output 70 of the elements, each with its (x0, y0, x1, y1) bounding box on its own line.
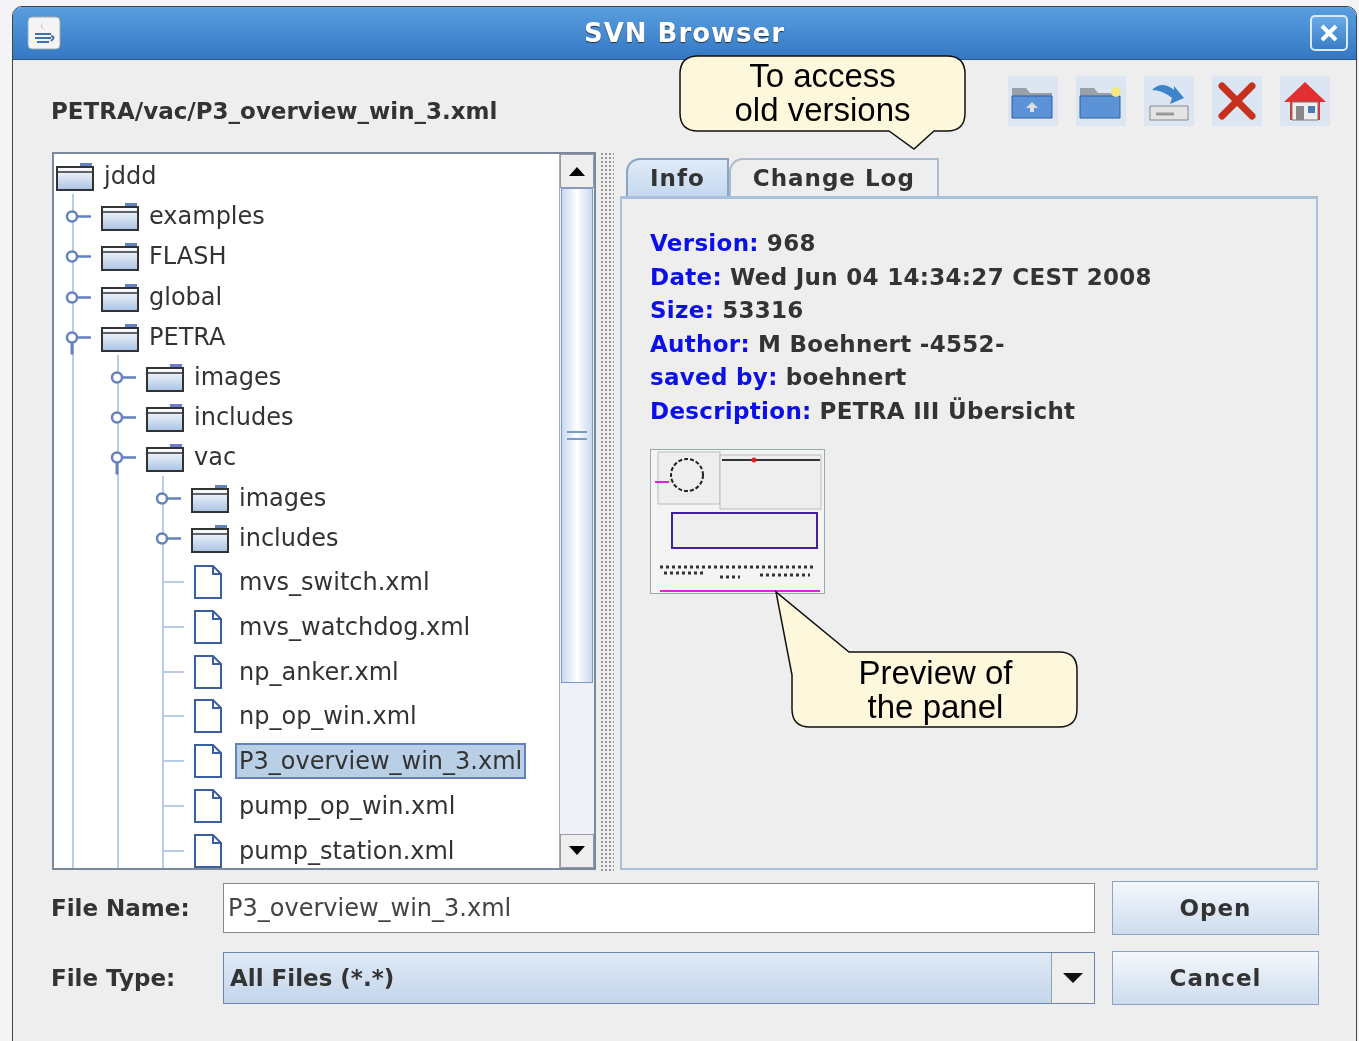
field-value: Wed Jun 04 14:34:27 CEST 2008 (729, 263, 1152, 290)
tree-item[interactable]: global (145, 278, 227, 315)
field-label: Size: (650, 297, 715, 324)
cup-icon (27, 16, 61, 50)
file-name-field[interactable]: P3_overview_win_3.xml (223, 883, 1095, 933)
file-icon (193, 653, 223, 690)
folder-up-icon[interactable] (1008, 76, 1058, 126)
field-value: boehnert (785, 364, 907, 391)
scroll-down-icon[interactable] (560, 834, 594, 868)
tree-item[interactable]: np_op_win.xml (235, 698, 421, 735)
file-icon (193, 743, 223, 780)
folder-icon (56, 161, 94, 191)
field-value: M Boehnert -4552- (758, 330, 1005, 357)
field-label: saved by: (650, 364, 778, 391)
folder-icon (101, 201, 139, 232)
tree-item[interactable]: includes (235, 519, 343, 556)
current-path: PETRA/vac/P3_overview_win_3.xml (51, 98, 498, 124)
folder-icon (101, 241, 139, 272)
field-label: Date: (650, 263, 722, 290)
caret-icon (1062, 972, 1084, 984)
field-label: Description: (650, 397, 812, 424)
delete-icon[interactable] (1212, 76, 1262, 126)
tree-item[interactable]: images (235, 479, 331, 516)
tree-item[interactable]: P3_overview_win_3.xml (235, 743, 527, 780)
tree-item[interactable]: examples (145, 198, 269, 235)
file-type-dropdown[interactable]: All Files (*.*) (223, 952, 1095, 1004)
tree-item[interactable]: mvs_watchdog.xml (235, 609, 475, 646)
download-drive-icon[interactable] (1144, 76, 1194, 126)
home-icon[interactable] (1280, 76, 1330, 126)
folder-icon (146, 402, 184, 433)
file-name-label: File Name: (51, 895, 191, 921)
folder-icon (101, 321, 139, 352)
close-button[interactable] (1310, 15, 1348, 51)
new-folder-icon[interactable] (1076, 76, 1126, 126)
folder-icon (146, 361, 184, 392)
open-button[interactable]: Open (1112, 881, 1319, 935)
field-label: Version: (650, 230, 759, 256)
field-value: PETRA III Übersicht (819, 397, 1076, 424)
tree-item[interactable]: vac (190, 439, 241, 476)
field-label: Author: (650, 330, 750, 357)
vertical-scrollbar[interactable] (559, 154, 594, 868)
tree-item[interactable]: images (190, 358, 286, 395)
tree-item[interactable]: includes (190, 399, 298, 436)
tree-item[interactable]: jddd (100, 158, 161, 194)
window-title: SVN Browser (583, 18, 786, 48)
file-icon (193, 698, 223, 735)
tree-item[interactable]: PETRA (145, 318, 230, 355)
file-type-label: File Type: (51, 965, 177, 991)
scroll-up-icon[interactable] (560, 154, 594, 188)
callout-text: To access old versions (734, 59, 911, 127)
tab[interactable]: Info (626, 158, 729, 196)
file-icon (193, 564, 223, 601)
close-icon (1319, 23, 1339, 43)
callout-text: Preview of the panel (858, 656, 1013, 724)
field-value: 53316 (722, 297, 804, 324)
field-value: 968 (766, 230, 816, 256)
tree-item[interactable]: mvs_switch.xml (235, 564, 434, 601)
cancel-button[interactable]: Cancel (1112, 951, 1319, 1005)
tree-item[interactable]: pump_op_win.xml (235, 787, 460, 824)
file-icon (193, 609, 223, 646)
folder-icon (146, 442, 184, 473)
tab[interactable]: Change Log (728, 158, 939, 196)
file-icon (193, 787, 223, 824)
tree-item[interactable]: pump_station.xml (235, 832, 459, 868)
tree-item[interactable]: FLASH (145, 238, 231, 275)
folder-icon (101, 281, 139, 312)
tree-item[interactable]: np_anker.xml (235, 653, 403, 690)
scroll-thumb[interactable] (561, 188, 593, 683)
folder-icon (191, 522, 229, 553)
folder-icon (191, 482, 229, 513)
